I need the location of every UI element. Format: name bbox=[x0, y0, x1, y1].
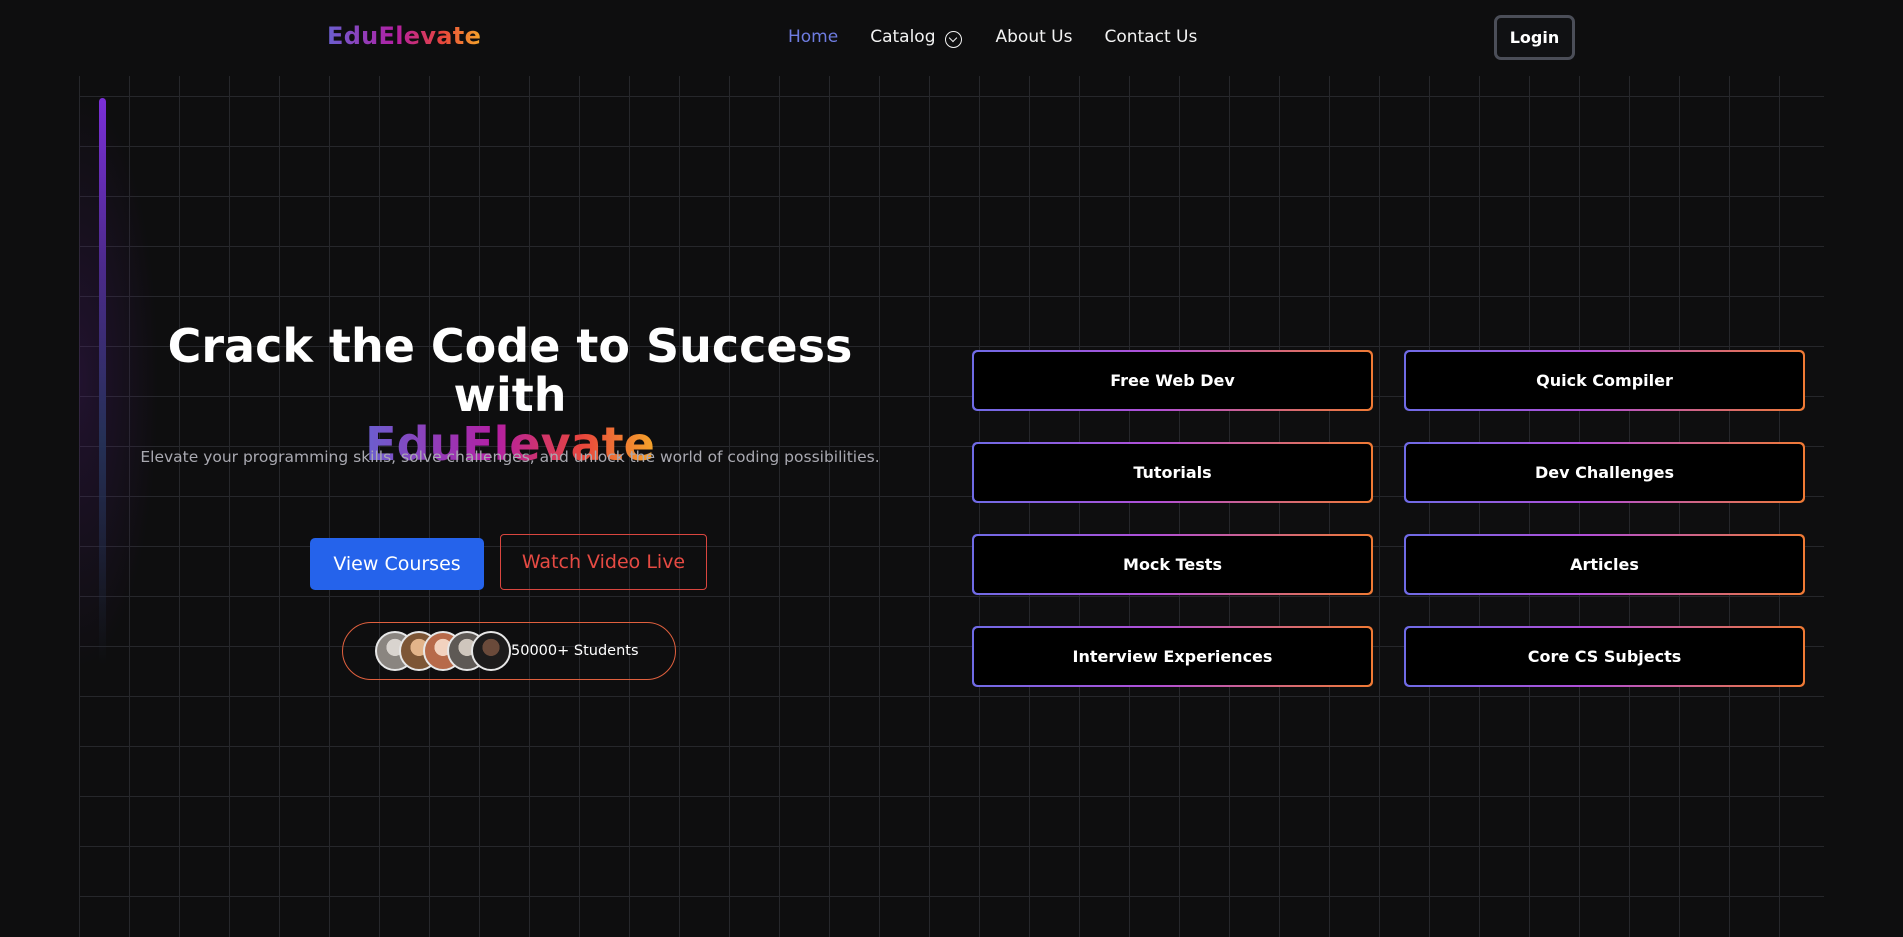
feature-card-free-web-dev[interactable]: Free Web Dev bbox=[972, 350, 1373, 411]
feature-label: Tutorials bbox=[974, 444, 1371, 501]
students-count: 50000+ Students bbox=[511, 643, 639, 659]
feature-label: Dev Challenges bbox=[1406, 444, 1803, 501]
feature-label: Free Web Dev bbox=[974, 352, 1371, 409]
nav-catalog[interactable]: Catalog bbox=[870, 27, 962, 48]
feature-card-interview-experiences[interactable]: Interview Experiences bbox=[972, 626, 1373, 687]
hero-title: Crack the Code to Success with EduElevat… bbox=[110, 322, 910, 469]
watch-video-button[interactable]: Watch Video Live bbox=[500, 534, 707, 590]
feature-label: Articles bbox=[1406, 536, 1803, 593]
feature-label: Mock Tests bbox=[974, 536, 1371, 593]
nav-contact[interactable]: Contact Us bbox=[1104, 27, 1197, 47]
feature-card-tutorials[interactable]: Tutorials bbox=[972, 442, 1373, 503]
avatar-group bbox=[375, 631, 511, 671]
side-accent-bar bbox=[99, 98, 106, 665]
hero-title-text: Crack the Code to Success with bbox=[167, 319, 853, 422]
hero-subtitle: Elevate your programming skills, solve c… bbox=[140, 448, 880, 466]
brand-logo[interactable]: EduElevate bbox=[327, 22, 481, 50]
feature-label: Core CS Subjects bbox=[1406, 628, 1803, 685]
feature-card-core-cs-subjects[interactable]: Core CS Subjects bbox=[1404, 626, 1805, 687]
grid-background bbox=[79, 76, 1824, 937]
login-button[interactable]: Login bbox=[1494, 15, 1575, 60]
students-badge: 50000+ Students bbox=[342, 622, 676, 680]
feature-card-dev-challenges[interactable]: Dev Challenges bbox=[1404, 442, 1805, 503]
feature-label: Interview Experiences bbox=[974, 628, 1371, 685]
nav-links: Home Catalog About Us Contact Us bbox=[788, 27, 1197, 48]
nav-catalog-label: Catalog bbox=[870, 27, 936, 47]
nav-home[interactable]: Home bbox=[788, 27, 838, 47]
feature-card-quick-compiler[interactable]: Quick Compiler bbox=[1404, 350, 1805, 411]
avatar bbox=[471, 631, 511, 671]
feature-card-articles[interactable]: Articles bbox=[1404, 534, 1805, 595]
nav-about[interactable]: About Us bbox=[996, 27, 1073, 47]
feature-label: Quick Compiler bbox=[1406, 352, 1803, 409]
chevron-down-icon bbox=[944, 30, 962, 48]
view-courses-button[interactable]: View Courses bbox=[310, 538, 484, 590]
navbar: EduElevate Home Catalog About Us Contact… bbox=[0, 0, 1903, 76]
feature-card-mock-tests[interactable]: Mock Tests bbox=[972, 534, 1373, 595]
